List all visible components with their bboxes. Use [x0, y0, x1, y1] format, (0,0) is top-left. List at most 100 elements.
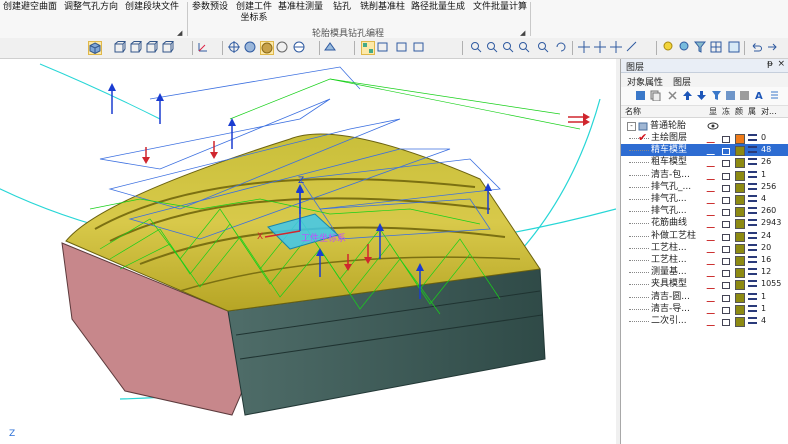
linetype-icon[interactable] — [748, 195, 757, 202]
zoom-out-icon[interactable] — [518, 41, 532, 55]
color-swatch[interactable] — [735, 231, 745, 242]
visibility-icon[interactable] — [706, 304, 720, 314]
linetype-icon[interactable] — [748, 292, 757, 300]
color-swatch[interactable] — [735, 256, 745, 266]
layer-row[interactable]: 工艺柱... 16 — [621, 254, 788, 266]
axis-triad-icon[interactable] — [197, 41, 211, 55]
close-icon[interactable]: × — [777, 59, 785, 69]
collapse-icon[interactable]: - — [627, 122, 636, 131]
layer-row[interactable]: 测量基... 12 — [621, 266, 788, 279]
layer-row[interactable]: 排气孔... 260 — [621, 205, 788, 218]
lock-icon[interactable] — [722, 258, 730, 265]
col-color[interactable]: 颜 — [735, 106, 743, 117]
linetype-icon[interactable] — [748, 243, 757, 251]
copy-layer-icon[interactable] — [650, 90, 661, 101]
lamp-icon[interactable] — [678, 41, 692, 55]
linetype-icon[interactable] — [748, 317, 757, 324]
lock-icon[interactable] — [722, 172, 730, 180]
create-clearance-surface-button[interactable]: 创建避空曲面 — [3, 2, 57, 13]
col-visible[interactable]: 显 — [709, 106, 717, 117]
group-expand-icon[interactable]: ◢ — [520, 29, 525, 37]
color-swatch[interactable] — [735, 268, 745, 279]
text-icon[interactable]: A — [754, 90, 765, 101]
layer-row[interactable]: 清吉-包... 1 — [621, 169, 788, 181]
batch-calc-button[interactable]: 文件批量计算 — [473, 2, 527, 13]
lock-icon[interactable] — [722, 270, 730, 278]
color-swatch[interactable] — [735, 158, 745, 169]
layer-row[interactable]: 夹具模型 1055 — [621, 278, 788, 291]
linetype-icon[interactable] — [748, 268, 757, 276]
zoom-fit-icon[interactable] — [470, 41, 484, 55]
layer-lock-icon[interactable] — [413, 41, 427, 55]
zoom-window-icon[interactable] — [486, 41, 500, 55]
linetype-icon[interactable] — [748, 182, 757, 190]
highlight-icon[interactable] — [662, 41, 676, 55]
view-cube-icon[interactable] — [88, 41, 102, 55]
lock-icon[interactable] — [722, 221, 730, 229]
linetype-icon[interactable] — [748, 280, 757, 288]
linetype-icon[interactable] — [748, 207, 757, 215]
color-swatch[interactable] — [735, 317, 745, 327]
layer-row[interactable]: 粗车模型 26 — [621, 156, 788, 169]
lock-icon[interactable] — [722, 136, 730, 143]
measure-icon[interactable] — [626, 41, 640, 55]
model-canvas[interactable] — [0, 59, 616, 444]
color-swatch[interactable] — [735, 134, 745, 144]
layer-row[interactable]: 清吉-圆... 1 — [621, 291, 788, 303]
delete-layer-icon[interactable] — [667, 90, 678, 101]
pin-icon[interactable]: ᵽ — [767, 59, 773, 69]
sort-icon[interactable] — [769, 90, 780, 101]
lock-icon[interactable] — [722, 233, 730, 241]
lock-icon[interactable] — [722, 197, 730, 204]
wireframe-icon[interactable] — [276, 41, 290, 55]
datum-measure-button[interactable]: 基准柱测量 — [278, 2, 323, 13]
col-name[interactable]: 名称 — [625, 106, 641, 117]
select-filter-icon[interactable] — [361, 41, 375, 55]
linetype-icon[interactable] — [748, 146, 757, 154]
visibility-icon[interactable] — [706, 182, 720, 192]
lock-icon[interactable] — [722, 245, 730, 253]
layer-row[interactable]: 排气孔_... 256 — [621, 181, 788, 193]
display-mode-icon[interactable] — [293, 41, 307, 55]
layer-row[interactable]: 排气孔... 4 — [621, 193, 788, 205]
visibility-icon[interactable] — [706, 317, 720, 326]
batch-path-button[interactable]: 路径批量生成 — [411, 2, 465, 13]
lock-icon[interactable] — [722, 319, 730, 326]
lock-icon[interactable] — [722, 209, 730, 217]
side-view-icon[interactable] — [146, 41, 160, 55]
section-icon[interactable] — [324, 41, 338, 55]
move-down-icon[interactable] — [696, 90, 707, 101]
3d-viewport[interactable]: Z X 工件坐标系 Z — [0, 59, 616, 444]
layer-row[interactable]: 清吉-导... 1 — [621, 303, 788, 315]
visibility-icon[interactable] — [706, 231, 720, 241]
visibility-icon[interactable] — [706, 243, 720, 253]
visibility-icon[interactable] — [706, 195, 720, 204]
front-view-icon[interactable] — [114, 41, 128, 55]
top-view-icon[interactable] — [130, 41, 144, 55]
filter-icon[interactable] — [711, 90, 722, 101]
param-preset-button[interactable]: 参数预设 — [192, 2, 228, 13]
filter-icon[interactable] — [694, 41, 708, 55]
move-icon[interactable] — [610, 41, 624, 55]
visibility-icon[interactable] — [706, 219, 720, 229]
undo-icon[interactable] — [750, 41, 764, 55]
visibility-icon[interactable] — [706, 207, 720, 217]
color-swatch[interactable] — [735, 182, 745, 193]
layer-show-icon[interactable] — [377, 41, 391, 55]
merge-layer-icon[interactable] — [739, 90, 750, 101]
grid-icon[interactable] — [710, 41, 724, 55]
layer-row[interactable]: 补做工艺柱 24 — [621, 230, 788, 242]
color-swatch[interactable] — [735, 207, 745, 218]
mill-datum-button[interactable]: 铣削基准柱 — [360, 2, 405, 13]
move-up-icon[interactable] — [682, 90, 693, 101]
color-swatch[interactable] — [735, 304, 745, 315]
snap-icon[interactable] — [594, 41, 608, 55]
color-swatch[interactable] — [735, 170, 745, 181]
visibility-icon[interactable] — [706, 170, 720, 180]
visibility-icon[interactable] — [706, 134, 720, 143]
lock-icon[interactable] — [722, 160, 730, 168]
layer-row[interactable]: ✔ 主绘图层 0 — [621, 131, 788, 144]
pan-icon[interactable] — [578, 41, 592, 55]
color-swatch[interactable] — [735, 195, 745, 205]
attribute-icon[interactable] — [728, 41, 742, 55]
